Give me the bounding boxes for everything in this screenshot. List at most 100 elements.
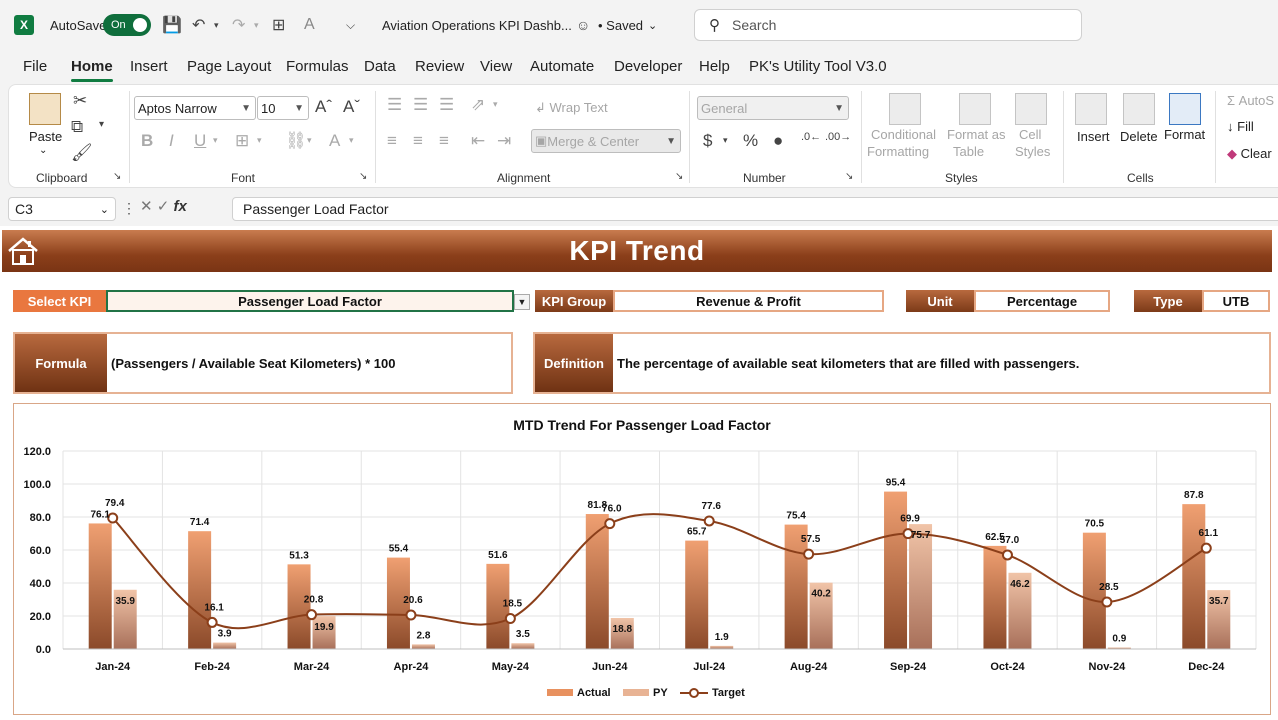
redo-dropdown-icon[interactable]: ▾ <box>254 0 259 50</box>
saved-dropdown-icon[interactable]: ⌄ <box>648 0 657 50</box>
borders-icon[interactable]: ⊞ <box>235 131 249 151</box>
font-size-select[interactable]: 10 ▼ <box>257 96 309 120</box>
wrap-text-button[interactable]: ↲ Wrap Text <box>535 100 608 116</box>
orientation-icon[interactable]: ⇗ <box>471 95 485 115</box>
name-box[interactable]: C3 ⌄ <box>8 197 116 221</box>
align-center-icon[interactable]: ≡ <box>413 131 423 151</box>
increase-indent-icon[interactable]: ⇥ <box>497 131 511 151</box>
bar-actual[interactable] <box>685 540 709 649</box>
formula-bar-options-icon[interactable]: ⋮ <box>122 200 136 217</box>
tab-automate[interactable]: Automate <box>530 58 594 75</box>
share-person-icon[interactable]: ☺ <box>576 0 590 50</box>
target-point[interactable] <box>703 515 715 527</box>
bar-py[interactable] <box>213 642 237 649</box>
target-point[interactable] <box>803 548 815 560</box>
search-input[interactable]: ⚲ Search <box>694 9 1082 41</box>
conditional-formatting-icon[interactable] <box>889 93 921 125</box>
middle-align-icon[interactable]: ☰ <box>413 95 428 115</box>
decrease-decimal-icon[interactable]: .00→ <box>825 131 851 143</box>
insert-function-icon[interactable]: fx <box>174 198 187 215</box>
conditional-formatting-button[interactable]: Conditional <box>871 127 936 142</box>
orientation-dropdown-icon[interactable]: ▾ <box>493 99 498 110</box>
alignment-launcher-icon[interactable]: ↘ <box>675 171 683 182</box>
bar-actual[interactable] <box>983 545 1007 649</box>
clear-button[interactable]: ◆ Clear <box>1227 146 1272 162</box>
font-color-icon[interactable]: A <box>329 131 340 151</box>
increase-font-icon[interactable]: Aˆ <box>315 97 332 117</box>
bar-actual[interactable] <box>585 514 609 649</box>
currency-dropdown-icon[interactable]: ▾ <box>723 135 728 146</box>
decrease-indent-icon[interactable]: ⇤ <box>471 131 485 151</box>
undo-icon[interactable]: ↶ <box>192 0 205 50</box>
copy-dropdown-icon[interactable]: ▾ <box>99 119 104 130</box>
target-point[interactable] <box>1101 596 1113 608</box>
redo-icon[interactable]: ↷ <box>232 0 245 50</box>
insert-cells-icon[interactable] <box>1075 93 1107 125</box>
fill-color-dropdown-icon[interactable]: ▾ <box>307 135 312 146</box>
fill-color-icon[interactable]: ⛓ <box>285 131 307 151</box>
target-point[interactable] <box>405 609 417 621</box>
target-point[interactable] <box>1200 542 1212 554</box>
tab-page-layout[interactable]: Page Layout <box>187 58 271 75</box>
paste-dropdown-icon[interactable]: ⌄ <box>39 145 47 156</box>
borders-icon[interactable]: ⊞ <box>272 0 285 50</box>
target-point[interactable] <box>1001 549 1013 561</box>
decrease-font-icon[interactable]: Aˇ <box>343 97 360 117</box>
comma-icon[interactable]: ● <box>773 131 783 151</box>
font-color-icon[interactable]: A <box>304 0 315 50</box>
clipboard-launcher-icon[interactable]: ↘ <box>113 171 121 182</box>
conditional-formatting-button-line2[interactable]: Formatting <box>867 144 929 159</box>
fill-button[interactable]: ↓ Fill <box>1227 119 1254 134</box>
tab-formulas[interactable]: Formulas <box>286 58 349 75</box>
bar-actual[interactable] <box>1182 504 1206 649</box>
save-icon[interactable]: 💾 <box>162 0 182 50</box>
delete-cells-button[interactable]: Delete <box>1120 129 1158 144</box>
insert-cells-button[interactable]: Insert <box>1077 129 1110 144</box>
bottom-align-icon[interactable]: ☰ <box>439 95 454 115</box>
tab-review[interactable]: Review <box>415 58 464 75</box>
font-color-dropdown-icon[interactable]: ▾ <box>349 135 354 146</box>
bar-py[interactable] <box>511 643 535 649</box>
align-right-icon[interactable]: ≡ <box>439 131 449 151</box>
cancel-icon[interactable]: ✕ <box>140 198 153 215</box>
underline-icon[interactable]: U <box>194 131 206 151</box>
paste-icon[interactable] <box>29 93 61 125</box>
tab-view[interactable]: View <box>480 58 512 75</box>
top-align-icon[interactable]: ☰ <box>387 95 402 115</box>
cell-styles-button[interactable]: Cell <box>1019 127 1041 142</box>
format-as-table-button-line2[interactable]: Table <box>953 144 984 159</box>
enter-icon[interactable]: ✓ <box>157 198 170 215</box>
undo-dropdown-icon[interactable]: ▾ <box>214 0 219 50</box>
italic-icon[interactable]: I <box>169 131 174 151</box>
font-name-select[interactable]: Aptos Narrow ▼ <box>134 96 256 120</box>
bar-py[interactable] <box>411 644 435 649</box>
target-point[interactable] <box>604 518 616 530</box>
select-kpi-dropdown-icon[interactable]: ▼ <box>514 294 530 310</box>
autosum-button[interactable]: Σ AutoS <box>1227 93 1274 108</box>
format-as-table-icon[interactable] <box>959 93 991 125</box>
select-kpi-dropdown[interactable]: Passenger Load Factor <box>106 290 514 312</box>
percent-icon[interactable]: % <box>743 131 758 151</box>
font-launcher-icon[interactable]: ↘ <box>359 171 367 182</box>
format-as-table-button[interactable]: Format as <box>947 127 1006 142</box>
delete-cells-icon[interactable] <box>1123 93 1155 125</box>
bar-actual[interactable] <box>88 523 112 649</box>
target-point[interactable] <box>306 609 318 621</box>
number-launcher-icon[interactable]: ↘ <box>845 171 853 182</box>
tab-help[interactable]: Help <box>699 58 730 75</box>
formula-input[interactable]: Passenger Load Factor <box>232 197 1278 221</box>
merge-center-button[interactable]: ▣ Merge & Center ▼ <box>531 129 681 153</box>
home-icon[interactable] <box>6 235 40 267</box>
bar-actual[interactable] <box>188 531 212 649</box>
tab-insert[interactable]: Insert <box>130 58 168 75</box>
cut-icon[interactable]: ✂ <box>73 91 87 111</box>
target-point[interactable] <box>206 616 218 628</box>
format-painter-icon[interactable]: 🖌 <box>71 143 93 163</box>
saved-status[interactable]: • Saved <box>598 0 643 50</box>
bold-icon[interactable]: B <box>141 131 153 151</box>
autosave-toggle[interactable]: On <box>103 14 151 36</box>
borders-dropdown-icon[interactable]: ▾ <box>257 135 262 146</box>
format-cells-icon[interactable] <box>1169 93 1201 125</box>
document-title[interactable]: Aviation Operations KPI Dashb... <box>382 0 572 50</box>
tab-data[interactable]: Data <box>364 58 396 75</box>
